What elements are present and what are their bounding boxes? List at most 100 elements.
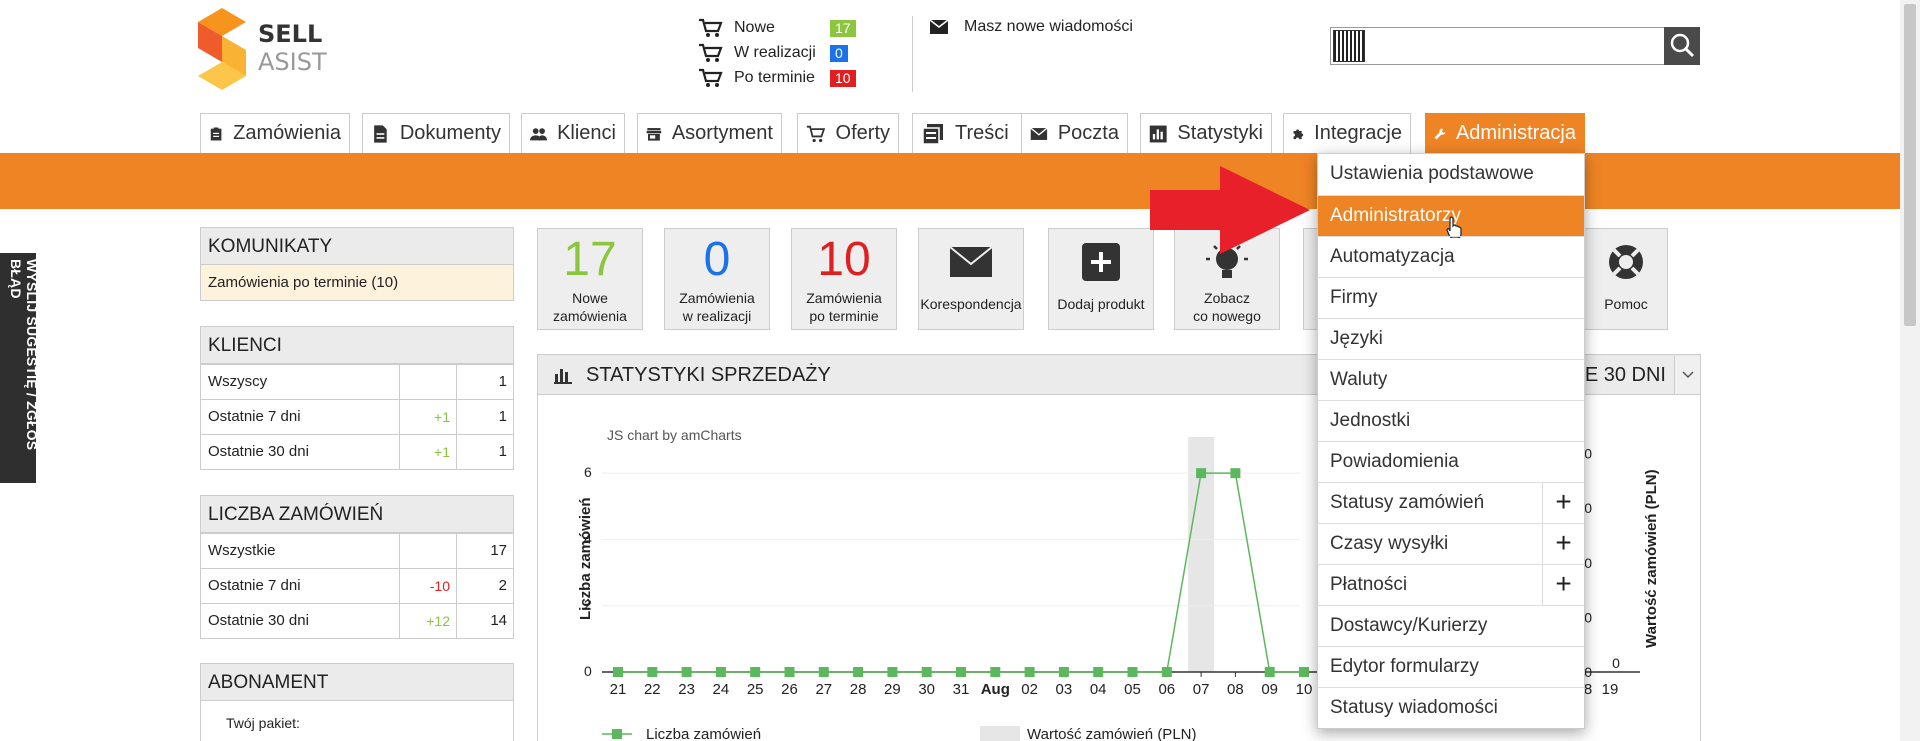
menu-item-edytor-formularzy[interactable]: Edytor formularzy: [1318, 646, 1584, 687]
menu-item-powiadomienia[interactable]: Powiadomienia: [1318, 441, 1584, 482]
notice-item[interactable]: Zamówienia po terminie (10): [201, 265, 513, 300]
logo-text-asist: ASIST: [258, 48, 327, 76]
menu-item-administratorzy[interactable]: Administratorzy: [1318, 195, 1584, 238]
legend-label: Wartość zamówień (PLN): [1027, 726, 1196, 741]
row-value: 1: [456, 400, 513, 434]
tab-poczta[interactable]: Poczta: [1021, 113, 1128, 153]
data-point: [853, 667, 864, 677]
search-button[interactable]: [1664, 27, 1700, 65]
table-row: Ostatnie 7 dni +1 1: [201, 399, 513, 434]
data-point: [750, 667, 761, 677]
tile-add-product[interactable]: Dodaj produkt: [1048, 228, 1154, 330]
tab-label: Treści: [955, 122, 1009, 144]
data-point: [1127, 667, 1138, 677]
tab-integracje[interactable]: Integracje: [1283, 113, 1411, 153]
data-point: [715, 667, 726, 677]
chart-credit: JS chart by amCharts: [607, 427, 742, 443]
tab-klienci[interactable]: Klienci: [521, 113, 625, 153]
tab-tresci[interactable]: Treści: [912, 113, 1025, 153]
menu-item-statusy-zamowien[interactable]: Statusy zamówień +: [1318, 482, 1584, 523]
x-tick-label: 09: [1261, 681, 1278, 698]
row-delta: -10: [399, 569, 456, 603]
cart-icon: [806, 125, 826, 142]
expand-plus-button[interactable]: +: [1542, 524, 1584, 564]
period-select[interactable]: E 30 DNI: [1585, 355, 1700, 395]
tab-administracja[interactable]: Administracja: [1425, 113, 1585, 153]
menu-item-dostawcy-kurierzy[interactable]: Dostawcy/Kurierzy: [1318, 605, 1584, 646]
data-point: [1264, 667, 1275, 677]
tab-label: Integracje: [1314, 122, 1402, 144]
data-point: [921, 667, 932, 677]
menu-item-czasy-wysylki[interactable]: Czasy wysyłki +: [1318, 523, 1584, 564]
row-delta: [399, 365, 456, 399]
envelope-icon: [949, 246, 993, 277]
status-new[interactable]: Nowe 17: [698, 17, 856, 39]
chevron-down-icon[interactable]: [1674, 356, 1700, 394]
x-tick-label: 31: [953, 681, 970, 698]
menu-item-ustawienia-podstawowe[interactable]: Ustawienia podstawowe: [1318, 154, 1584, 195]
x-tick-label: 27: [815, 681, 832, 698]
scrollbar[interactable]: [1900, 0, 1920, 741]
x-tick-label: 24: [713, 681, 730, 698]
tab-statystyki[interactable]: Statystyki: [1140, 113, 1272, 153]
expand-plus-button[interactable]: +: [1542, 483, 1584, 523]
menu-item-label: Dostawcy/Kurierzy: [1330, 615, 1488, 636]
scrollbar-thumb[interactable]: [1904, 4, 1916, 326]
legend-label: Liczba zamówień: [646, 726, 761, 741]
tile-help[interactable]: Pomoc: [1585, 228, 1668, 330]
menu-item-jednostki[interactable]: Jednostki: [1318, 400, 1584, 441]
clipboard-icon: [210, 127, 222, 140]
menu-item-firmy[interactable]: Firmy: [1318, 277, 1584, 318]
tab-asortyment[interactable]: Asortyment: [637, 113, 782, 153]
x-tick-label: 08: [1227, 681, 1244, 698]
menu-item-waluty[interactable]: Waluty: [1318, 359, 1584, 400]
tile-correspondence[interactable]: Korespondencja: [918, 228, 1024, 330]
data-point: [887, 667, 898, 677]
barcode-icon[interactable]: [1333, 30, 1365, 62]
cart-icon: [699, 43, 723, 62]
x-tick-label: 8: [1584, 681, 1592, 698]
tab-dokumenty[interactable]: Dokumenty: [362, 113, 510, 153]
status-overdue[interactable]: Po terminie 10: [698, 67, 856, 89]
messages-link[interactable]: Masz nowe wiadomości: [930, 18, 1133, 36]
x-tick-label: 10: [1296, 681, 1313, 698]
panel-title: LICZBA ZAMÓWIEŃ: [201, 496, 513, 533]
tab-oferty[interactable]: Oferty: [797, 113, 899, 153]
abonament-package: Twój pakiet:: [226, 715, 300, 731]
search-box[interactable]: [1330, 27, 1700, 65]
logo[interactable]: SELL ASIST: [198, 8, 338, 90]
x-tick-label: 25: [747, 681, 764, 698]
tile-orders-overdue[interactable]: 10 Zamówienia po terminie: [791, 228, 897, 330]
lifebuoy-icon: [1609, 245, 1643, 279]
expand-plus-button[interactable]: +: [1542, 565, 1584, 605]
list-icon: [922, 123, 943, 145]
tile-label-1: Nowe: [572, 290, 608, 306]
x-tick-label: 07: [1193, 681, 1210, 698]
stats-title: STATYSTYKI SPRZEDAŻY: [586, 364, 831, 386]
tile-orders-in-progress[interactable]: 0 Zamówienia w realizacji: [664, 228, 770, 330]
menu-item-label: Statusy zamówień: [1330, 492, 1485, 513]
x-tick-label: 03: [1056, 681, 1073, 698]
x-tick-label: 26: [781, 681, 798, 698]
data-point: [1196, 468, 1207, 479]
data-point: [1093, 667, 1104, 677]
table-row: Ostatnie 30 dni +1 1: [201, 434, 513, 469]
menu-item-label: Firmy: [1330, 287, 1378, 308]
menu-item-jezyki[interactable]: Języki: [1318, 318, 1584, 359]
tab-zamowienia[interactable]: Zamówienia: [200, 113, 350, 153]
data-label: 0: [1612, 655, 1620, 671]
tab-label: Administracja: [1455, 122, 1576, 144]
y-right-axis-label: Wartość zamówień (PLN): [1643, 469, 1660, 648]
menu-item-label: Waluty: [1330, 369, 1388, 390]
tile-new-orders[interactable]: 17 Nowe zamówienia: [537, 228, 643, 330]
feedback-side-tab[interactable]: WYŚLIJ SUGESTIĘ / ZGŁOŚ BŁĄD: [0, 253, 40, 483]
data-point: [1058, 667, 1069, 677]
row-delta: [399, 534, 456, 568]
search-input[interactable]: [1371, 32, 1651, 60]
data-point: [990, 667, 1001, 677]
status-in-progress[interactable]: W realizacji 0: [698, 42, 848, 64]
menu-item-statusy-wiadomosci[interactable]: Statusy wiadomości: [1318, 687, 1584, 728]
menu-item-automatyzacja[interactable]: Automatyzacja: [1318, 236, 1584, 277]
row-label: Wszystkie: [208, 542, 276, 559]
menu-item-platnosci[interactable]: Płatności +: [1318, 564, 1584, 605]
